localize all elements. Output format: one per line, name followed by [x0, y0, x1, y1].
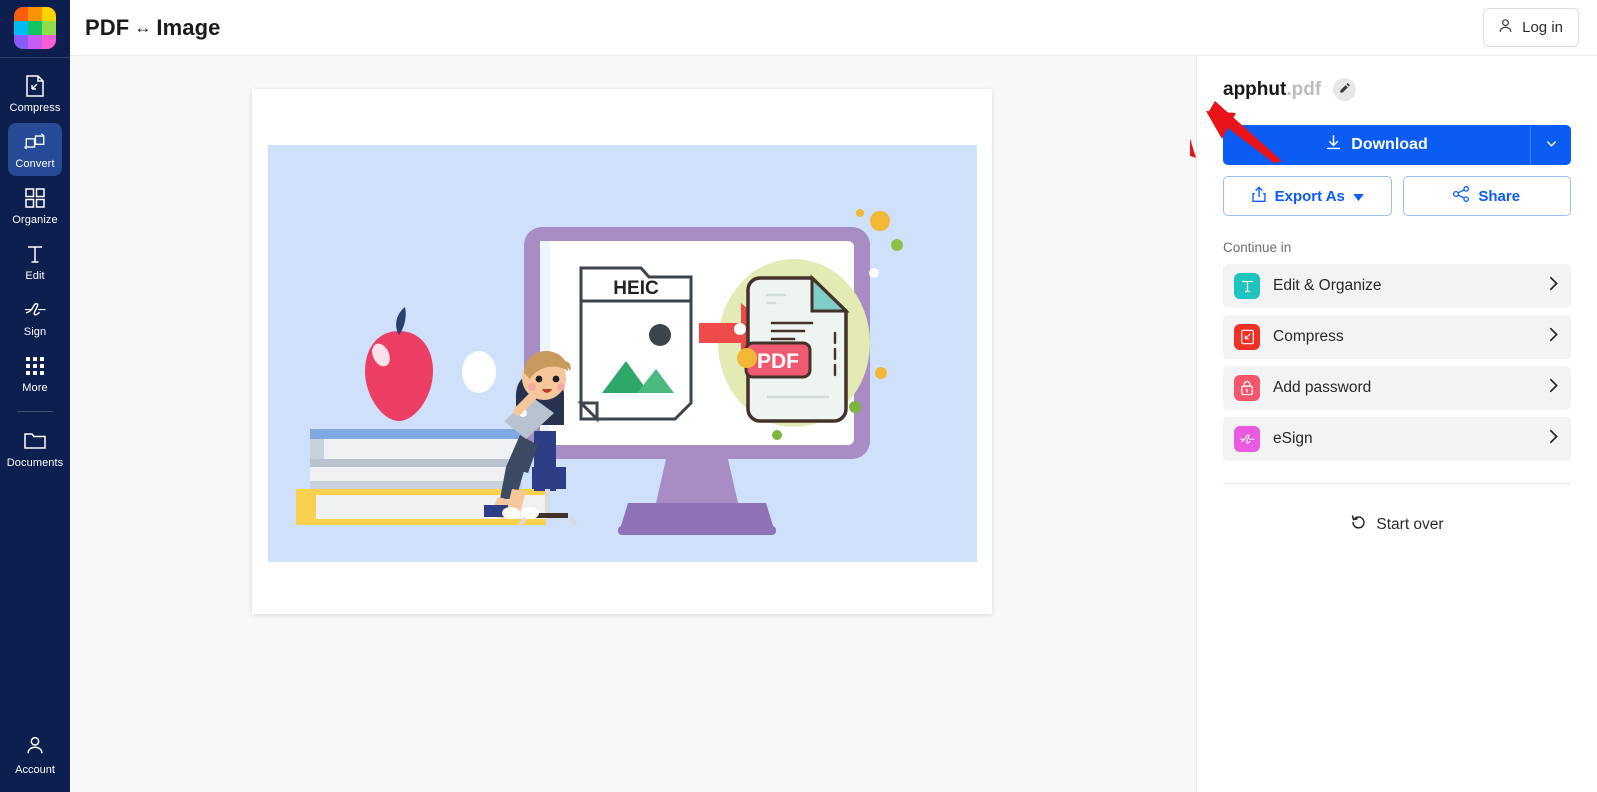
page-title-right: Image [156, 14, 221, 40]
user-icon [24, 734, 46, 761]
share-up-icon [1251, 185, 1267, 207]
sidebar-item-label: Documents [6, 457, 64, 469]
top-header: PDF ↔ Image Log in [70, 0, 1597, 56]
main-column: PDF ↔ Image Log in HEIC PDF apphut.pdf D… [70, 0, 1597, 792]
download-options-button[interactable] [1530, 125, 1571, 165]
continue-item-esign[interactable]: eSign [1223, 417, 1571, 461]
login-label: Log in [1522, 19, 1563, 36]
logo-tile [28, 35, 42, 49]
sidebar-item-label: More [22, 382, 48, 394]
sidebar-item-label: Edit [25, 270, 45, 282]
edit-text-icon [25, 241, 45, 267]
login-button[interactable]: Log in [1483, 8, 1579, 47]
sign-icon [24, 297, 47, 323]
sidebar-item-convert[interactable]: Convert [8, 123, 62, 176]
sidebar-item-more[interactable]: More [8, 347, 62, 400]
filename-base: apphut [1223, 78, 1287, 100]
filename-extension: .pdf [1286, 78, 1322, 100]
body-area: HEIC PDF apphut.pdf Download Export As S… [70, 56, 1597, 792]
panel-divider [1223, 483, 1571, 484]
continue-item-add-password[interactable]: Add password [1223, 366, 1571, 410]
sidebar-item-compress[interactable]: Compress [8, 67, 62, 120]
right-panel: apphut.pdf Download Export As Share Cont… [1197, 56, 1597, 792]
user-icon [1497, 17, 1514, 38]
download-button-group: Download [1223, 125, 1571, 165]
share-button[interactable]: Share [1402, 176, 1571, 216]
lock-icon [1234, 375, 1260, 401]
logo-tile [42, 21, 56, 35]
share-nodes-icon [1453, 186, 1470, 206]
logo-tile [28, 7, 42, 21]
chevron-right-icon [1549, 378, 1558, 398]
continue-item-edit-organize[interactable]: Edit & Organize [1223, 264, 1571, 308]
continue-item-compress[interactable]: Compress [1223, 315, 1571, 359]
convert-icon [24, 129, 46, 155]
rename-file-button[interactable] [1333, 78, 1357, 101]
chevron-right-icon [1549, 429, 1558, 449]
logo-tile [42, 35, 56, 49]
logo-tile [14, 21, 28, 35]
sidebar-item-sign[interactable]: Sign [8, 291, 62, 344]
svg-text:HEIC: HEIC [613, 278, 659, 299]
start-over-button[interactable]: Start over [1223, 514, 1571, 536]
sidebar-item-label: Sign [23, 326, 47, 338]
page-title: PDF ↔ Image [85, 15, 221, 41]
page-title-left: PDF [85, 14, 130, 40]
continue-item-label: Edit & Organize [1273, 277, 1382, 294]
chevron-right-icon [1549, 327, 1558, 347]
sidebar-item-organize[interactable]: Organize [8, 179, 62, 232]
left-sidebar: Compress Convert Organize Edit Sign More… [0, 0, 70, 792]
compress-icon [1234, 324, 1260, 350]
caret-down-icon [1353, 188, 1364, 205]
filename: apphut.pdf [1223, 79, 1321, 101]
continue-item-label: Add password [1273, 379, 1372, 396]
sidebar-item-account[interactable]: Account [0, 734, 70, 776]
export-as-button[interactable]: Export As [1223, 176, 1392, 216]
logo-tile [14, 7, 28, 21]
download-label: Download [1351, 136, 1428, 153]
sidebar-item-label: Organize [12, 214, 58, 226]
share-label: Share [1478, 187, 1521, 205]
folder-icon [24, 428, 46, 454]
organize-icon [25, 185, 45, 211]
illustration-image: HEIC PDF [268, 145, 977, 562]
rotate-ccw-icon [1350, 514, 1367, 536]
continue-item-label: eSign [1273, 430, 1313, 447]
logo-tile [42, 7, 56, 21]
sidebar-item-edit[interactable]: Edit [8, 235, 62, 288]
download-icon [1325, 134, 1342, 156]
chevron-right-icon [1549, 276, 1558, 296]
signature-icon [1234, 426, 1260, 452]
svg-text:PDF: PDF [757, 350, 799, 373]
sidebar-divider [17, 411, 53, 412]
compress-icon [25, 73, 45, 99]
sidebar-item-label: Compress [9, 102, 61, 114]
pencil-icon [1339, 82, 1351, 97]
text-tool-icon [1234, 273, 1260, 299]
sidebar-item-label: Convert [15, 158, 55, 170]
logo-tile [28, 21, 42, 35]
pdf-page-preview[interactable]: HEIC PDF [252, 89, 992, 614]
filename-row: apphut.pdf [1223, 78, 1571, 101]
export-as-label: Export As [1274, 187, 1345, 205]
sidebar-nav: Compress Convert Organize Edit Sign More… [0, 58, 70, 478]
secondary-actions: Export As Share [1223, 176, 1571, 216]
continue-in-label: Continue in [1223, 240, 1292, 255]
app-logo[interactable] [14, 0, 56, 57]
heic-to-pdf-illustration: HEIC PDF [268, 145, 977, 562]
download-button[interactable]: Download [1223, 125, 1530, 165]
logo-tile [14, 35, 28, 49]
start-over-label: Start over [1376, 516, 1444, 533]
continue-item-label: Compress [1273, 328, 1344, 345]
document-canvas[interactable]: HEIC PDF [70, 56, 1197, 792]
app-root: Compress Convert Organize Edit Sign More… [0, 0, 1597, 792]
chevron-down-icon [1544, 136, 1559, 154]
sidebar-item-documents[interactable]: Documents [6, 422, 64, 475]
grid-dots-icon [26, 353, 44, 379]
sidebar-account-label: Account [15, 764, 55, 776]
swap-arrows-icon: ↔ [134, 17, 152, 37]
